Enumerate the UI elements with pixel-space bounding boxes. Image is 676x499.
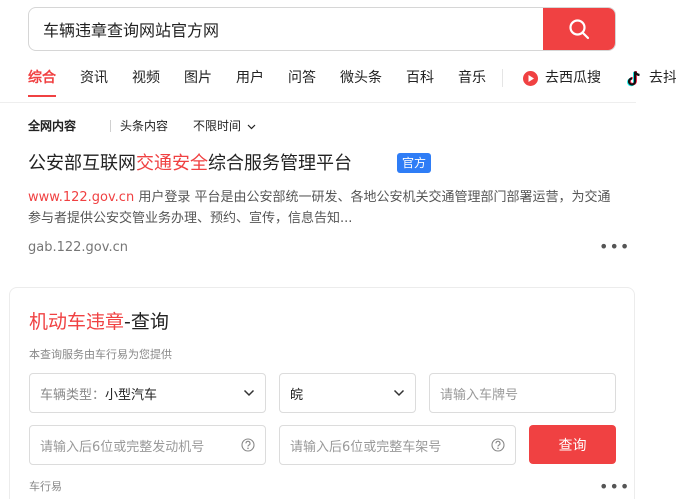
filter-time-dropdown[interactable]: 不限时间 [193, 118, 256, 134]
tab-music[interactable]: 音乐 [458, 69, 486, 87]
card-subtitle: 本查询服务由车行易为您提供 [29, 348, 172, 361]
result-title-link[interactable]: 公安部互联网交通安全综合服务管理平台 [28, 152, 352, 176]
tab-comprehensive[interactable]: 综合 [28, 69, 56, 87]
tab-video[interactable]: 视频 [132, 69, 160, 87]
more-options-icon[interactable]: ••• [599, 479, 630, 495]
more-options-icon[interactable]: ••• [599, 239, 630, 255]
card-provider-footer[interactable]: 车行易 [29, 478, 62, 494]
tab-baike[interactable]: 百科 [406, 69, 434, 87]
help-icon[interactable] [241, 438, 255, 452]
card-title-highlight: 机动车违章 [29, 311, 125, 333]
card-title[interactable]: 机动车违章-查询 [29, 310, 169, 334]
chevron-down-icon [243, 389, 255, 397]
search-tabs: 综合 资讯 视频 图片 用户 问答 微头条 百科 音乐 去西瓜搜 去抖 [28, 69, 676, 97]
header-divider [0, 102, 636, 103]
chevron-down-icon [247, 124, 256, 129]
frame-number-input[interactable]: 请输入后6位或完整车架号 [279, 425, 516, 465]
filter-time-label: 不限时间 [193, 119, 242, 133]
filter-toutiao-content[interactable]: 头条内容 [120, 118, 168, 134]
result-description: www.122.gov.cn 用户登录 平台是由公安部统一研发、各地公安机关交通… [28, 187, 618, 229]
result-title-suffix: 综合服务管理平台 [208, 153, 352, 174]
search-input[interactable] [29, 8, 545, 50]
tab-images[interactable]: 图片 [184, 69, 212, 87]
engine-number-input[interactable]: 请输入后6位或完整发动机号 [29, 425, 266, 465]
search-button[interactable] [543, 8, 615, 50]
vehicle-type-select[interactable]: 车辆类型： 小型汽车 [29, 373, 266, 413]
tab-go-xigua[interactable]: 去西瓜搜 [522, 69, 601, 87]
vehicle-type-label: 车辆类型： [40, 387, 106, 403]
chevron-down-icon [393, 389, 405, 397]
violation-query-card: 机动车违章-查询 本查询服务由车行易为您提供 车辆类型： 小型汽车 皖 请输入车… [9, 287, 635, 499]
active-tab-indicator [28, 95, 56, 97]
tab-weitoutiao[interactable]: 微头条 [340, 69, 382, 87]
douyin-icon [627, 70, 640, 86]
engine-number-placeholder: 请输入后6位或完整发动机号 [40, 439, 205, 455]
tab-users[interactable]: 用户 [236, 69, 264, 87]
result-site-url[interactable]: gab.122.gov.cn [28, 240, 128, 256]
search-icon [569, 19, 590, 40]
province-value: 皖 [290, 387, 304, 403]
frame-number-placeholder: 请输入后6位或完整车架号 [290, 439, 442, 455]
tab-news[interactable]: 资讯 [80, 69, 108, 87]
filter-all-content[interactable]: 全网内容 [28, 118, 76, 134]
vehicle-type-value: 小型汽车 [105, 387, 158, 403]
result-desc-url[interactable]: www.122.gov.cn [28, 190, 134, 205]
province-select[interactable]: 皖 [279, 373, 416, 413]
help-icon[interactable] [491, 438, 505, 452]
tab-divider [502, 69, 503, 87]
official-badge: 官方 [397, 153, 432, 173]
search-box [28, 7, 616, 51]
xigua-icon [523, 70, 538, 86]
tab-go-xigua-label: 去西瓜搜 [545, 70, 601, 86]
result-title-prefix: 公安部互联网 [28, 153, 136, 174]
tab-qa[interactable]: 问答 [288, 69, 316, 87]
result-title-highlight: 交通安全 [136, 153, 208, 174]
plate-number-placeholder: 请输入车牌号 [440, 387, 519, 403]
tab-go-douyin-label: 去抖 [649, 70, 676, 86]
card-title-rest: -查询 [124, 311, 169, 333]
query-button[interactable]: 查询 [529, 425, 616, 464]
filter-separator [110, 120, 111, 132]
plate-number-input[interactable]: 请输入车牌号 [429, 373, 616, 413]
tab-go-douyin[interactable]: 去抖 [626, 69, 676, 87]
